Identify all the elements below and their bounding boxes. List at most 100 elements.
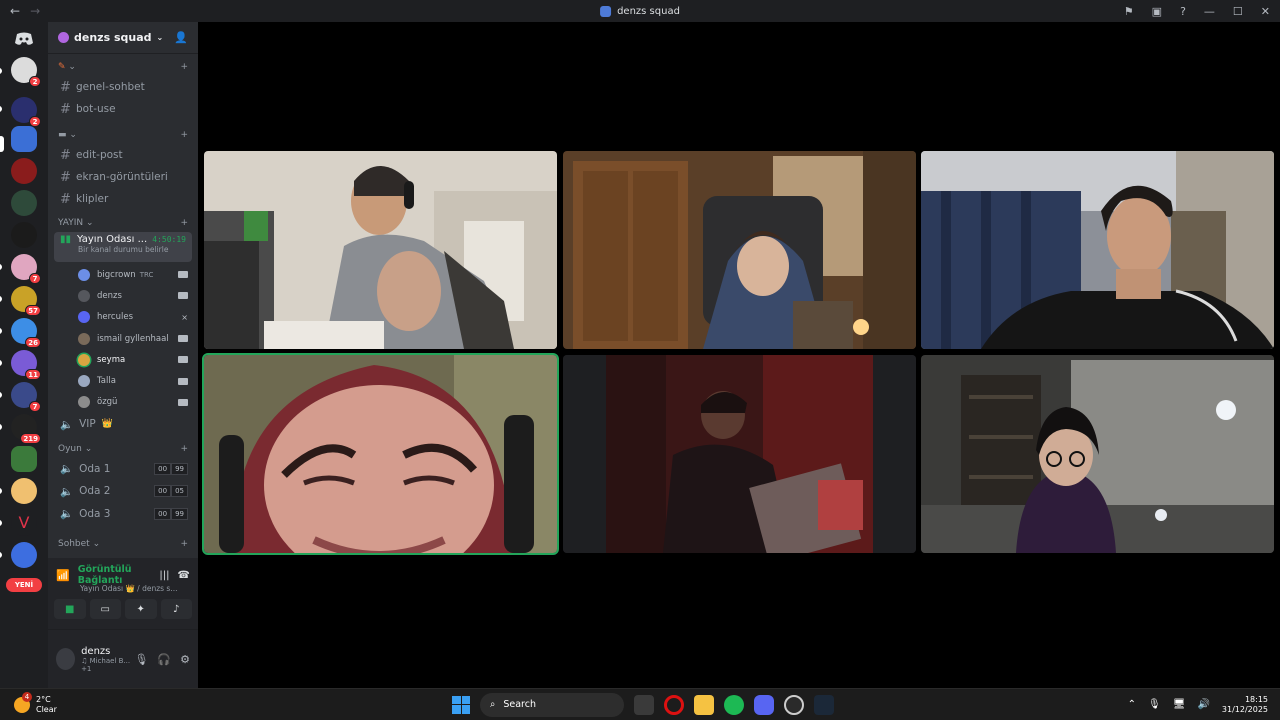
channel-status[interactable]: Bir kanal durumu belirle: [78, 245, 186, 254]
category-yayin[interactable]: YAYIN ⌄ +: [48, 214, 198, 232]
headphones-icon[interactable]: 🎧: [157, 653, 171, 666]
member-name: seyma: [97, 354, 126, 365]
guild-icon-9[interactable]: 11: [11, 350, 41, 380]
channel-edit-post[interactable]: # edit-post: [48, 144, 198, 166]
discord-taskbar-icon[interactable]: [754, 694, 774, 715]
add-channel-icon[interactable]: +: [180, 218, 188, 228]
disconnect-icon[interactable]: ☎: [178, 570, 190, 581]
guild-icon-8[interactable]: 26: [11, 318, 41, 348]
video-tile-4-speaking[interactable]: [202, 353, 559, 555]
guild-icon-6[interactable]: 7: [11, 254, 41, 284]
noise-suppression-icon[interactable]: |||: [159, 570, 169, 581]
windows-start-icon[interactable]: [452, 695, 470, 714]
add-member-icon[interactable]: 👤: [174, 31, 188, 44]
category-pen[interactable]: ✎ ⌄ +: [48, 58, 198, 76]
inbox-icon[interactable]: ▣: [1152, 5, 1162, 18]
close-icon[interactable]: ✕: [1261, 5, 1270, 18]
volume-icon[interactable]: 🔊: [1197, 699, 1209, 710]
guild-icon-4[interactable]: [11, 190, 37, 216]
guild-icon-5[interactable]: [11, 222, 37, 248]
flag-icon[interactable]: ⚑: [1124, 5, 1134, 18]
video-tile-1[interactable]: [204, 151, 557, 349]
channel-bot-use[interactable]: # bot-use: [48, 98, 198, 120]
minimize-icon[interactable]: —: [1204, 5, 1215, 18]
member-talla[interactable]: Talla: [48, 370, 198, 391]
video-tile-5[interactable]: [563, 355, 916, 553]
taskbar-search[interactable]: ⌕ Search: [480, 692, 624, 717]
channel-label: genel-sohbet: [76, 81, 145, 93]
add-channel-icon[interactable]: +: [180, 539, 188, 549]
member-ismail[interactable]: ismail gyllenhaal: [48, 328, 198, 349]
user-avatar[interactable]: [56, 648, 76, 670]
server-header[interactable]: denzs squad ⌄ 👤: [48, 22, 198, 54]
microphone-icon[interactable]: 🎙: [134, 653, 148, 666]
voice-channel-oda-3[interactable]: 🔈 Oda 3 00 99: [48, 503, 198, 526]
add-channel-icon[interactable]: +: [180, 444, 188, 454]
camera-button[interactable]: ■: [54, 599, 86, 619]
opera-icon[interactable]: [664, 694, 684, 715]
guild-icon-3[interactable]: [11, 158, 37, 184]
music-icon: ♫: [81, 656, 88, 665]
selected-indicator: [0, 136, 4, 152]
guild-icon-13[interactable]: [11, 478, 37, 504]
member-denzs[interactable]: denzs: [48, 285, 198, 306]
channel-ekran-goruntuleri[interactable]: # ekran-görüntüleri: [48, 166, 198, 188]
spotify-icon[interactable]: [724, 694, 744, 715]
guild-badge: 219: [20, 433, 41, 444]
network-icon[interactable]: 🖥: [1173, 699, 1186, 710]
member-seyma[interactable]: seyma: [48, 349, 198, 370]
channel-klipler[interactable]: # klipler: [48, 188, 198, 210]
connection-location[interactable]: Yayın Odası 👑 / denzs s...: [80, 584, 198, 593]
voice-channel-oda-1[interactable]: 🔈 Oda 1 00 99: [48, 458, 198, 481]
weather-widget[interactable]: 4 2°C Clear: [14, 691, 57, 715]
help-icon[interactable]: ?: [1180, 5, 1186, 18]
user-status-extra: +1: [81, 664, 92, 673]
task-view-icon[interactable]: [634, 694, 654, 715]
file-explorer-icon[interactable]: [694, 694, 714, 715]
app-icon[interactable]: [784, 694, 804, 715]
guild-icon-denzs[interactable]: [11, 126, 37, 152]
video-tile-2[interactable]: [563, 151, 916, 349]
channel-genel-sohbet[interactable]: # genel-sohbet: [48, 76, 198, 98]
guild-icon-1[interactable]: 2: [11, 57, 41, 87]
discord-home-icon[interactable]: [12, 30, 36, 48]
add-channel-icon[interactable]: +: [180, 130, 188, 140]
video-tile-3[interactable]: [921, 151, 1274, 349]
voice-channel-vip[interactable]: 🔈 VIP 👑: [48, 413, 198, 436]
maximize-icon[interactable]: ☐: [1233, 5, 1243, 18]
forward-arrow-icon[interactable]: →: [30, 4, 40, 18]
soundboard-button[interactable]: ♪: [160, 599, 192, 619]
category-sohbet[interactable]: Sohbet ⌄ +: [48, 535, 198, 553]
add-channel-icon[interactable]: +: [180, 62, 188, 72]
unread-indicator: [0, 488, 2, 494]
unread-indicator: [0, 360, 2, 366]
chevron-up-icon[interactable]: ⌃: [1128, 699, 1136, 710]
settings-gear-icon[interactable]: ⚙: [180, 653, 190, 666]
guild-icon-2[interactable]: 2: [11, 97, 41, 127]
back-arrow-icon[interactable]: ←: [10, 4, 20, 18]
activities-button[interactable]: ✦: [125, 599, 157, 619]
microphone-tray-icon[interactable]: 🎙: [1148, 699, 1161, 710]
guild-icon-11[interactable]: 219: [11, 414, 41, 444]
voice-channel-yayin-odasi[interactable]: ▮▮ Yayın Odası ... 4:50:19 Bir kanal duru…: [54, 232, 192, 262]
clock[interactable]: 18:15 31/12/2025: [1222, 695, 1268, 715]
member-ozgu[interactable]: özgü: [48, 392, 198, 413]
hash-icon: #: [60, 101, 71, 117]
category-oyun[interactable]: Oyun ⌄ +: [48, 440, 198, 458]
screen-share-button[interactable]: ▭: [89, 599, 121, 619]
member-tag: TRC: [139, 270, 154, 279]
guild-icon-valorant[interactable]: V: [11, 510, 37, 536]
avatar: [78, 332, 90, 345]
video-tile-6[interactable]: [921, 355, 1274, 553]
weather-sun-icon: 4: [14, 691, 32, 713]
guild-icon-10[interactable]: 7: [11, 382, 41, 412]
member-hercules[interactable]: hercules ⨯: [48, 307, 198, 328]
guild-icon-14[interactable]: [11, 542, 37, 568]
guild-icon-12[interactable]: [11, 446, 37, 472]
camera-icon: [178, 271, 188, 279]
category-folder[interactable]: ▬ ⌄ +: [48, 126, 198, 144]
guild-icon-7[interactable]: 57: [11, 286, 41, 316]
member-bigcrown[interactable]: bigcrown TRC: [48, 264, 198, 285]
voice-channel-oda-2[interactable]: 🔈 Oda 2 00 05: [48, 480, 198, 503]
steam-icon[interactable]: [814, 694, 834, 715]
